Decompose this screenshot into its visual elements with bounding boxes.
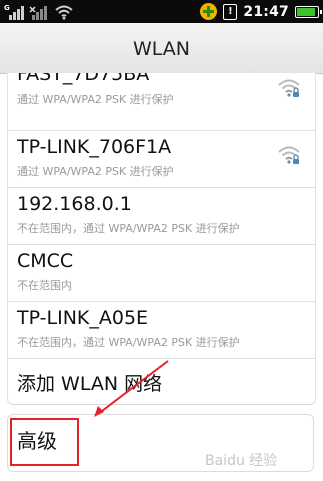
wifi-locked-icon — [278, 146, 300, 164]
page-title: WLAN — [0, 23, 323, 74]
network-name: TP-LINK_706F1A — [17, 136, 172, 158]
network-name: FAST_7D75BA — [17, 73, 150, 85]
network-item[interactable]: TP-LINK_A05E 不在范围内，通过 WPA/WPA2 PSK 进行保护 — [8, 301, 315, 359]
network-status: 不在范围内 — [17, 279, 72, 292]
plus-badge-icon — [200, 3, 218, 20]
add-network-label: 添加 WLAN 网络 — [17, 373, 163, 395]
watermark: Baidu 经验 — [205, 453, 278, 469]
wifi-status-icon — [55, 5, 73, 20]
network-status: 通过 WPA/WPA2 PSK 进行保护 — [17, 93, 174, 106]
network-type-label: G — [4, 4, 10, 12]
wifi-locked-icon — [278, 79, 300, 97]
network-item[interactable]: FAST_7D75BA 通过 WPA/WPA2 PSK 进行保护 — [8, 73, 315, 131]
status-bar: G ! 21:47 — [0, 0, 323, 23]
network-item[interactable]: CMCC 不在范围内 — [8, 244, 315, 302]
network-list[interactable]: FAST_7D75BA 通过 WPA/WPA2 PSK 进行保护 TP-LINK… — [7, 73, 316, 405]
battery-icon — [295, 5, 322, 18]
clock: 21:47 — [243, 3, 289, 20]
signal-icon: G — [4, 4, 24, 20]
add-network-button[interactable]: 添加 WLAN 网络 — [8, 358, 315, 404]
alert-icon: ! — [223, 3, 238, 20]
network-status: 通过 WPA/WPA2 PSK 进行保护 — [17, 165, 174, 178]
network-name: CMCC — [17, 250, 74, 272]
no-signal-icon — [29, 6, 47, 20]
network-status: 不在范围内，通过 WPA/WPA2 PSK 进行保护 — [17, 222, 240, 235]
highlight-box — [10, 418, 79, 466]
network-item[interactable]: TP-LINK_706F1A 通过 WPA/WPA2 PSK 进行保护 — [8, 130, 315, 188]
network-item[interactable]: 192.168.0.1 不在范围内，通过 WPA/WPA2 PSK 进行保护 — [8, 187, 315, 245]
network-status: 不在范围内，通过 WPA/WPA2 PSK 进行保护 — [17, 336, 240, 349]
network-name: TP-LINK_A05E — [17, 307, 149, 329]
network-name: 192.168.0.1 — [17, 193, 132, 215]
